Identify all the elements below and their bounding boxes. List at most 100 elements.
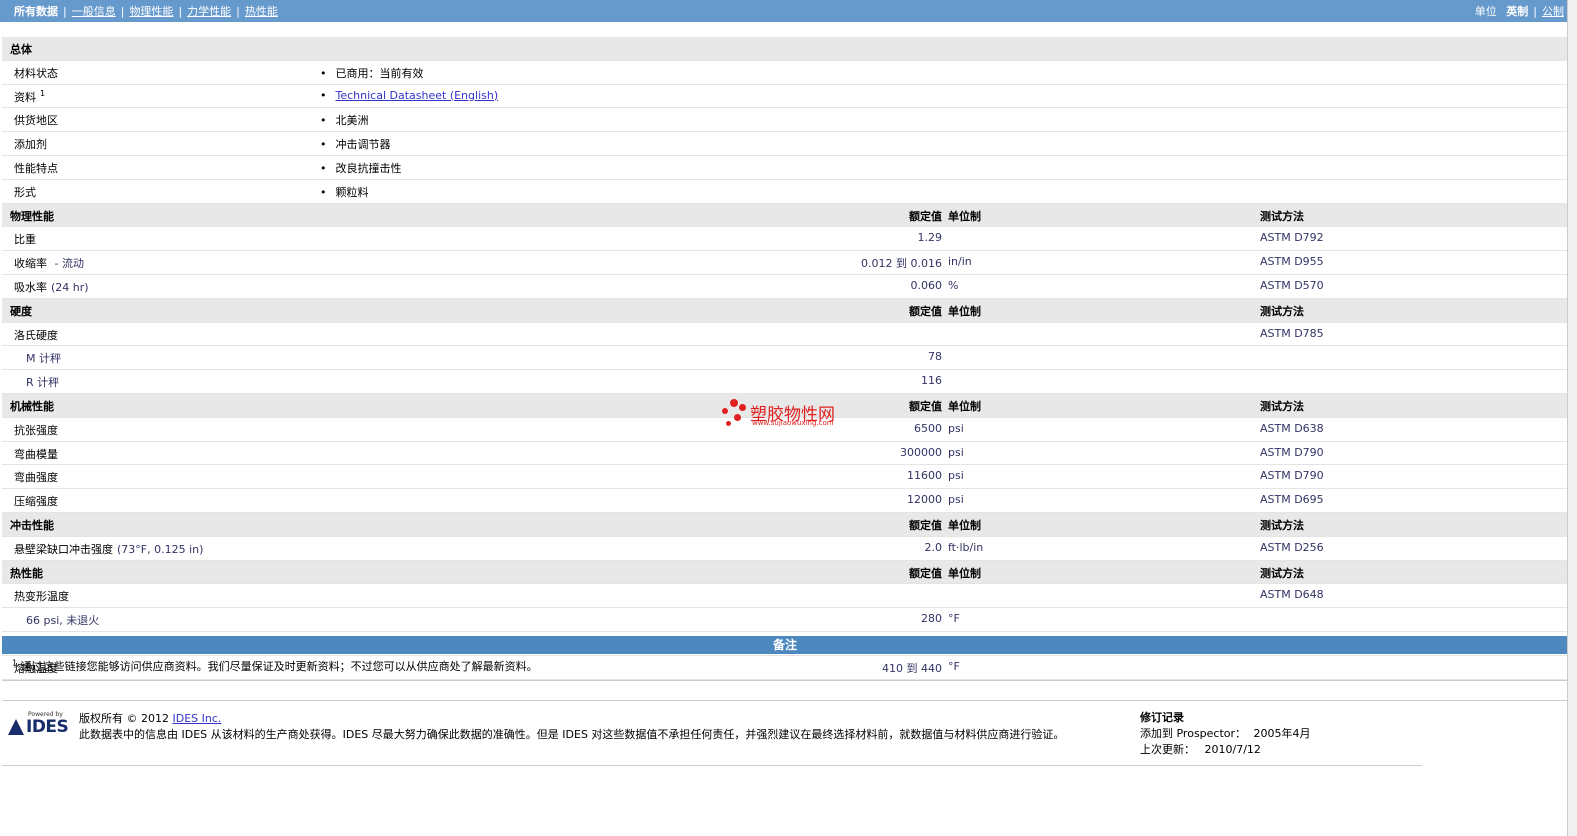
property-name: 形式 — [14, 185, 36, 199]
tab-mechanical[interactable]: 力学性能 — [187, 5, 231, 18]
property-name: 弯曲强度 — [14, 471, 58, 485]
table-row: 洛氏硬度 ASTM D785 — [2, 323, 1568, 347]
test-method: ASTM D785 — [1260, 326, 1324, 340]
test-method: ASTM D648 — [1260, 588, 1324, 602]
property-label: 吸水率 (24 hr) — [14, 279, 89, 295]
section-title: 硬度 — [10, 304, 32, 318]
table-row: 资料 1 Technical Datasheet (English) — [2, 85, 1568, 109]
column-header-unit: 单位制 — [948, 209, 981, 223]
property-unit: psi — [948, 493, 964, 507]
property-unit: psi — [948, 421, 964, 435]
table-row: 添加剂 冲击调节器 — [2, 132, 1568, 156]
updated-label: 上次更新： — [1140, 743, 1195, 756]
table-row: 弯曲模量 300000 psi ASTM D790 — [2, 442, 1568, 466]
column-header-unit: 单位制 — [948, 566, 981, 580]
property-value: 改良抗撞击性 — [320, 160, 402, 176]
property-value: 2.0 — [924, 540, 943, 554]
unit-separator: | — [1533, 5, 1537, 18]
column-header-method: 测试方法 — [1260, 399, 1304, 413]
watermark-dot — [726, 421, 731, 426]
updated-value: 2010/7/12 — [1204, 743, 1261, 756]
revision-history: 修订记录 添加到 Prospector： 2005年4月 上次更新： 2010/… — [1140, 710, 1311, 758]
property-value: 北美洲 — [320, 112, 369, 128]
property-value: 0.060 — [910, 278, 943, 292]
tab-general-info[interactable]: 一般信息 — [72, 5, 116, 18]
watermark-dot — [722, 408, 728, 414]
property-name: 供货地区 — [14, 114, 58, 128]
property-name: 比重 — [14, 233, 36, 247]
table-row: 吸水率 (24 hr) 0.060% ASTM D570 — [2, 275, 1568, 299]
table-row: 热变形温度 ASTM D648 — [2, 584, 1568, 609]
property-label: 热变形温度 — [14, 588, 69, 604]
property-label: 悬壁梁缺口冲击强度 (73°F, 0.125 in) — [14, 541, 203, 557]
logo-text: IDES — [26, 717, 69, 737]
tab-thermal[interactable]: 热性能 — [245, 5, 278, 18]
unit-metric-link[interactable]: 公制 — [1542, 5, 1564, 18]
test-method: ASTM D695 — [1260, 493, 1324, 507]
section-title: 冲击性能 — [10, 518, 54, 532]
note-text: 通过这些链接您能够访问供应商资料。我们尽量保证及时更新资料；不过您可以从供应商处… — [20, 660, 538, 673]
property-label: R 计秤 — [26, 374, 59, 390]
property-label: 洛氏硬度 — [14, 327, 58, 343]
property-label: 形式 — [14, 184, 36, 200]
property-label: 添加剂 — [14, 136, 47, 152]
property-value: 1.29 — [917, 231, 943, 245]
datasheet-link[interactable]: Technical Datasheet (English) — [336, 89, 499, 102]
watermark-dot — [734, 414, 741, 421]
property-value: 11600 — [907, 469, 942, 483]
property-label: 材料状态 — [14, 65, 58, 81]
section-header: 热性能 额定值 单位制 测试方法 — [2, 560, 1568, 585]
copyright-line: 版权所有 © 2012 IDES Inc. — [79, 711, 1064, 727]
section-tabs: 所有数据 | 一般信息 | 物理性能 | 力学性能 | 热性能 — [14, 3, 278, 19]
property-value: 280 — [921, 612, 942, 626]
note-sup: 1 — [12, 658, 18, 668]
revision-title: 修订记录 — [1140, 711, 1184, 724]
table-row: 收缩率 - 流动 0.012 到 0.016 in/in ASTM D955 — [2, 251, 1568, 275]
property-value-text: 改良抗撞击性 — [335, 161, 402, 175]
column-header-method: 测试方法 — [1260, 566, 1304, 580]
property-condition: - 流动 — [51, 257, 84, 271]
property-name: 压缩强度 — [14, 495, 58, 509]
notes-header: 备注 — [2, 636, 1568, 654]
ides-logo[interactable]: Powered by IDES — [8, 711, 70, 737]
column-header-unit: 单位制 — [948, 518, 981, 532]
column-header-unit: 单位制 — [948, 399, 981, 413]
property-label: 供货地区 — [14, 112, 58, 128]
watermark: 塑胶物性网 www.sujiaowuxing.com — [720, 398, 860, 432]
property-value: 已商用：当前有效 — [320, 65, 424, 81]
property-name: 添加剂 — [14, 138, 47, 152]
property-name: 性能特点 — [14, 161, 58, 175]
top-nav-bar: 所有数据 | 一般信息 | 物理性能 | 力学性能 | 热性能 单位 英制 | 公制 — [0, 0, 1568, 22]
column-header-value: 额定值 — [909, 566, 942, 580]
property-name: 悬壁梁缺口冲击强度 — [14, 542, 113, 556]
property-name: R 计秤 — [26, 376, 60, 390]
tab-all-data[interactable]: 所有数据 — [14, 5, 58, 18]
copyright-label: 版权所有 — [79, 712, 123, 725]
property-unit: % — [948, 278, 959, 292]
column-header-method: 测试方法 — [1260, 209, 1304, 223]
tab-physical[interactable]: 物理性能 — [129, 5, 173, 18]
property-name: 资料 — [14, 90, 36, 104]
copyright-year: © 2012 — [126, 712, 170, 725]
property-value: 12000 — [907, 493, 942, 507]
property-label: 比重 — [14, 231, 36, 247]
divider — [2, 765, 1422, 766]
table-row: R 计秤 116 — [2, 370, 1568, 394]
watermark-url: www.sujiaowuxing.com — [752, 419, 834, 427]
column-header-method: 测试方法 — [1260, 518, 1304, 532]
vertical-scrollbar[interactable] — [1567, 0, 1577, 836]
tab-separator: | — [236, 5, 240, 18]
note-item: 1 通过这些链接您能够访问供应商资料。我们尽量保证及时更新资料；不过您可以从供应… — [12, 658, 538, 674]
company-link[interactable]: IDES Inc. — [173, 712, 222, 725]
watermark-dot — [739, 404, 746, 411]
section-title: 物理性能 — [10, 209, 54, 223]
table-row: 形式 颗粒料 — [2, 180, 1568, 204]
added-label: 添加到 Prospector： — [1140, 727, 1247, 740]
tab-separator: | — [63, 5, 67, 18]
table-row: 供货地区 北美洲 — [2, 108, 1568, 133]
property-unit: ft·lb/in — [948, 540, 984, 554]
unit-label: 单位 — [1474, 5, 1497, 18]
test-method: ASTM D790 — [1260, 445, 1324, 459]
property-value: 0.012 到 0.016 — [861, 257, 942, 271]
property-value-text: 颗粒料 — [335, 185, 369, 199]
